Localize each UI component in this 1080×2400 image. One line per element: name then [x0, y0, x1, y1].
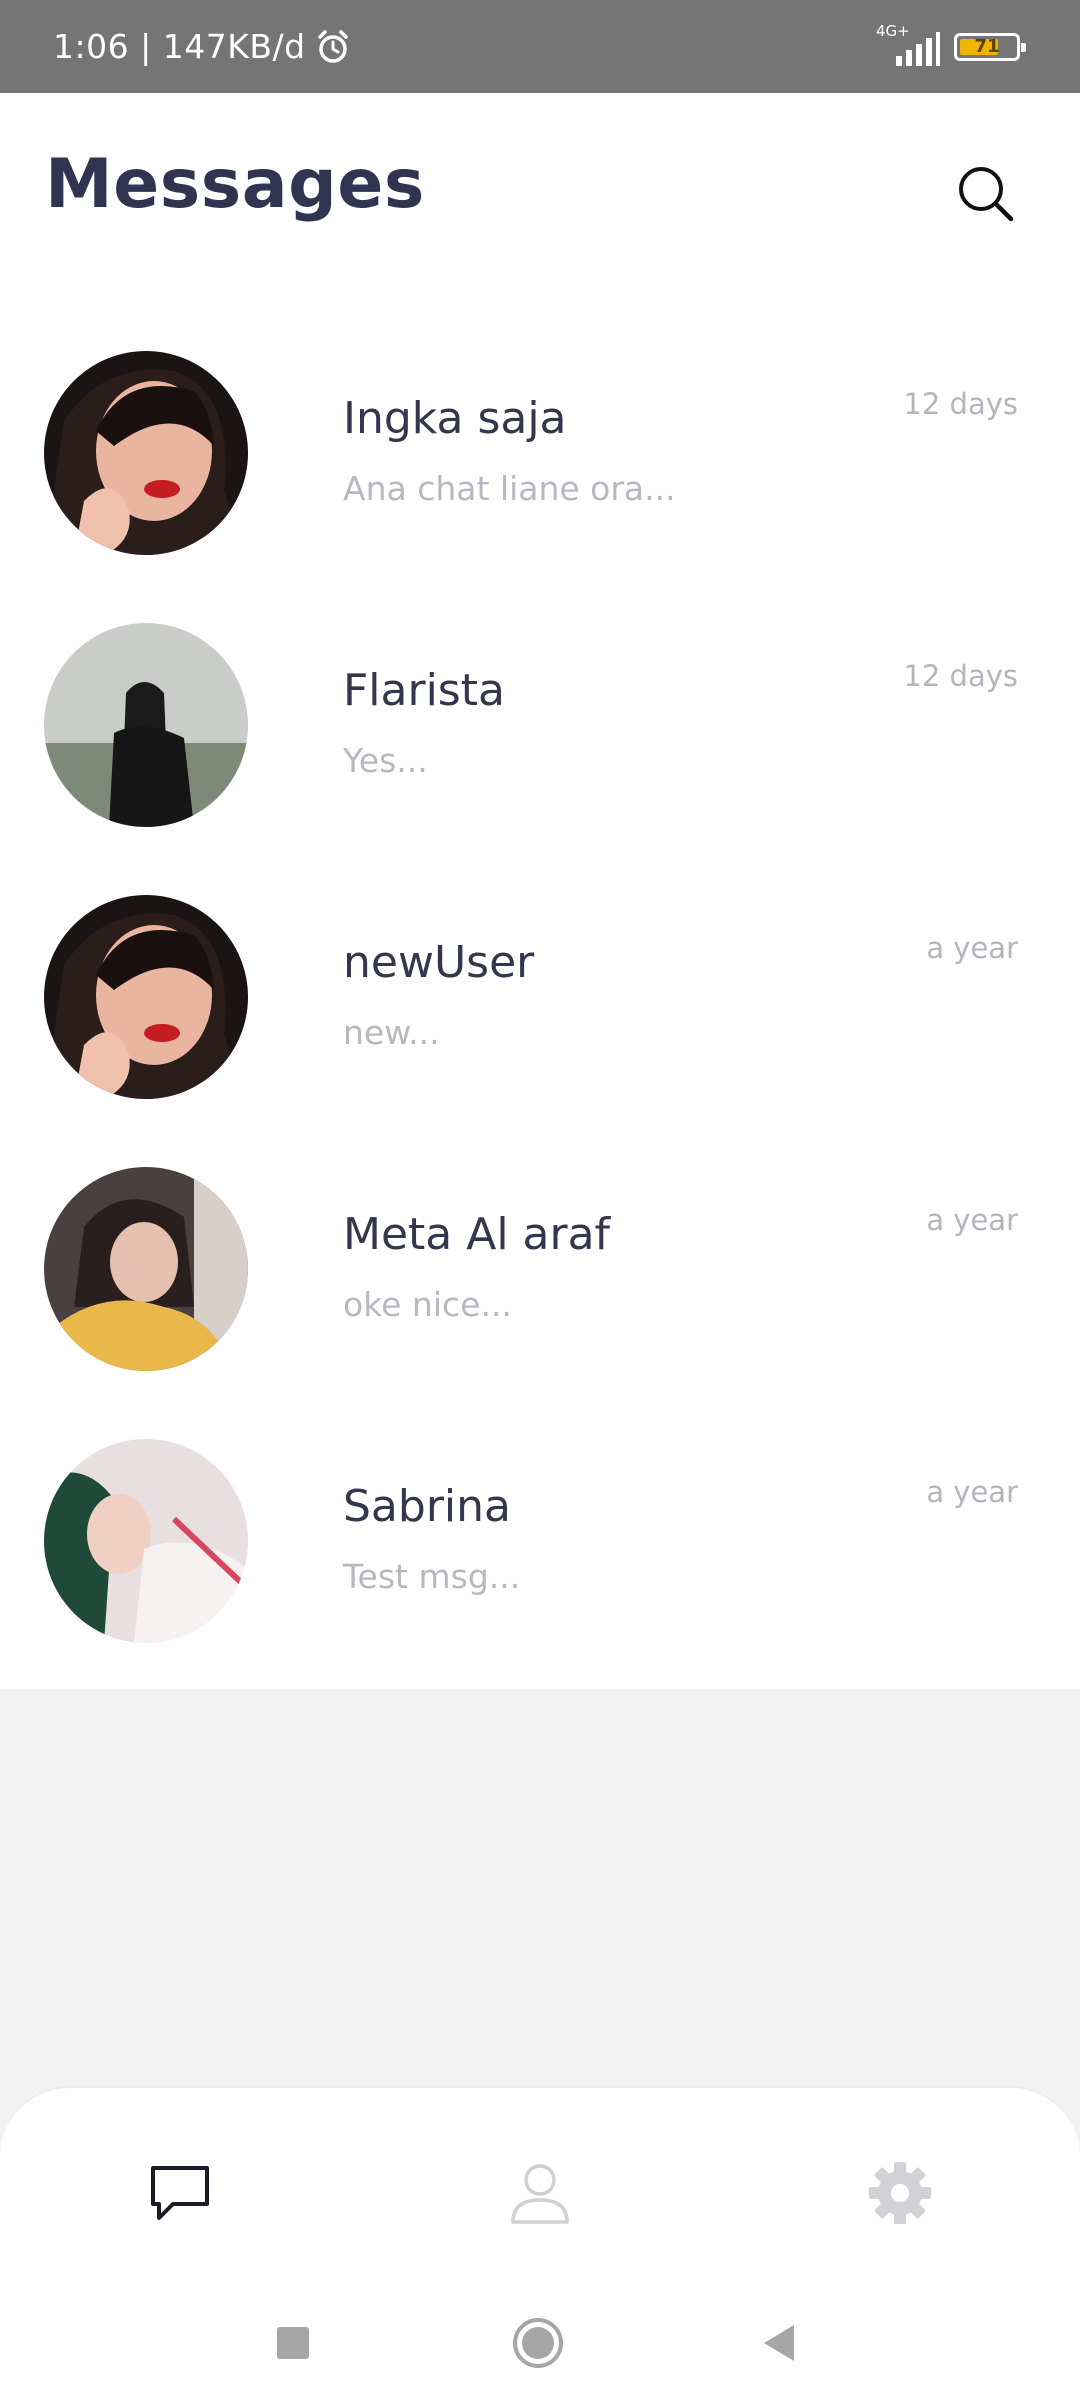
network-label: 4G+ [876, 21, 910, 40]
signal-icon: 4G+ [874, 22, 940, 68]
message-preview: new... [343, 1013, 440, 1052]
message-preview: Test msg... [343, 1557, 521, 1596]
settings-icon [869, 2162, 931, 2224]
nav-settings-button[interactable] [855, 2148, 945, 2238]
message-preview: Ana chat liane ora... [343, 469, 676, 508]
avatar [44, 1167, 248, 1371]
status-left: 1:06 | 147KB/d [53, 0, 352, 93]
message-preview: Yes... [343, 741, 428, 780]
message-time: 12 days [903, 387, 1018, 421]
profile-icon [511, 2164, 569, 2224]
chat-icon [151, 2166, 209, 2220]
message-time: a year [926, 1203, 1018, 1237]
page-title: Messages [45, 145, 425, 224]
avatar [44, 1439, 248, 1643]
status-bar: 1:06 | 147KB/d 4G+ 71 [0, 0, 1080, 93]
status-right: 4G+ 71 [874, 0, 1026, 93]
home-circle-icon [513, 2318, 563, 2368]
back-triangle-icon [764, 2325, 794, 2361]
contact-name: Ingka saja [343, 393, 567, 444]
conversation-item[interactable]: Sabrina Test msg... a year [0, 1439, 1080, 1711]
avatar [44, 895, 248, 1099]
message-time: 12 days [903, 659, 1018, 693]
conversation-item[interactable]: newUser new... a year [0, 895, 1080, 1167]
conversation-item[interactable]: Meta Al araf oke nice... a year [0, 1167, 1080, 1439]
contact-name: Meta Al araf [343, 1209, 611, 1260]
conversation-item[interactable]: Flarista Yes... 12 days [0, 623, 1080, 895]
nav-chats-button[interactable] [135, 2148, 225, 2238]
recents-button[interactable] [258, 2308, 328, 2378]
contact-name: Flarista [343, 665, 505, 716]
message-preview: oke nice... [343, 1285, 512, 1324]
back-button[interactable] [745, 2308, 815, 2378]
bottom-navigation [0, 2086, 1080, 2400]
message-time: a year [926, 1475, 1018, 1509]
search-icon [959, 167, 1014, 222]
avatar [44, 623, 248, 827]
square-icon [277, 2327, 309, 2359]
contact-name: Sabrina [343, 1481, 511, 1532]
battery-level: 71 [974, 36, 1000, 57]
status-time: 1:06 | 147KB/d [53, 27, 306, 66]
battery-icon: 71 [954, 32, 1026, 61]
conversation-item[interactable]: Ingka saja Ana chat liane ora... 12 days [0, 351, 1080, 623]
alarm-icon [317, 29, 348, 63]
avatar [44, 351, 248, 555]
messages-screen: Messages Ingka saja Ana chat liane ora..… [0, 93, 1080, 1689]
contact-name: newUser [343, 937, 535, 988]
nav-profile-button[interactable] [495, 2148, 585, 2238]
home-button[interactable] [503, 2308, 573, 2378]
search-button[interactable] [955, 163, 1017, 225]
message-time: a year [926, 931, 1018, 965]
